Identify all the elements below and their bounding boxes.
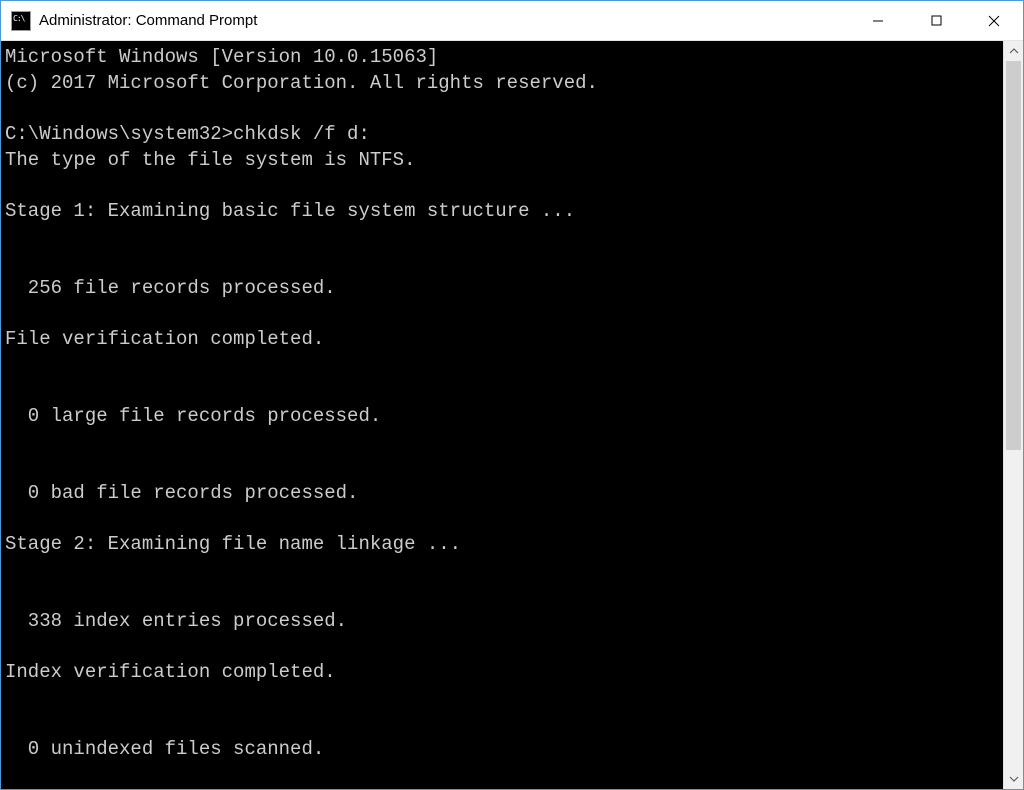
maximize-icon <box>931 15 942 26</box>
terminal-line: 0 bad file records processed. <box>5 481 1003 507</box>
terminal-output[interactable]: Microsoft Windows [Version 10.0.15063](c… <box>1 41 1003 789</box>
client-area: Microsoft Windows [Version 10.0.15063](c… <box>1 41 1023 789</box>
terminal-line: 0 large file records processed. <box>5 404 1003 430</box>
minimize-icon <box>872 15 884 27</box>
chevron-up-icon <box>1009 46 1019 56</box>
window-title: Administrator: Command Prompt <box>39 12 257 29</box>
close-icon <box>988 15 1000 27</box>
terminal-line: Index verification completed. <box>5 660 1003 686</box>
scrollbar-thumb[interactable] <box>1006 61 1021 450</box>
terminal-line <box>5 712 1003 738</box>
terminal-line <box>5 378 1003 404</box>
scrollbar-track[interactable] <box>1004 61 1023 769</box>
terminal-line <box>5 430 1003 456</box>
terminal-line <box>5 635 1003 661</box>
terminal-line <box>5 558 1003 584</box>
minimize-button[interactable] <box>849 1 907 41</box>
scroll-down-button[interactable] <box>1004 769 1023 789</box>
terminal-line <box>5 173 1003 199</box>
terminal-line <box>5 455 1003 481</box>
command-prompt-window: Administrator: Command Prompt Microsoft … <box>0 0 1024 790</box>
terminal-line <box>5 224 1003 250</box>
titlebar[interactable]: Administrator: Command Prompt <box>1 1 1023 41</box>
maximize-button[interactable] <box>907 1 965 41</box>
terminal-line <box>5 250 1003 276</box>
chevron-down-icon <box>1009 774 1019 784</box>
close-button[interactable] <box>965 1 1023 41</box>
vertical-scrollbar[interactable] <box>1003 41 1023 789</box>
terminal-line <box>5 686 1003 712</box>
terminal-line <box>5 96 1003 122</box>
terminal-line <box>5 507 1003 533</box>
terminal-line: Stage 1: Examining basic file system str… <box>5 199 1003 225</box>
scroll-up-button[interactable] <box>1004 41 1023 61</box>
terminal-line: File verification completed. <box>5 327 1003 353</box>
terminal-line <box>5 301 1003 327</box>
terminal-line: 0 unindexed files scanned. <box>5 737 1003 763</box>
terminal-line: Stage 2: Examining file name linkage ... <box>5 532 1003 558</box>
terminal-line: 256 file records processed. <box>5 276 1003 302</box>
terminal-line: (c) 2017 Microsoft Corporation. All righ… <box>5 71 1003 97</box>
terminal-line <box>5 583 1003 609</box>
terminal-line: 338 index entries processed. <box>5 609 1003 635</box>
terminal-line: The type of the file system is NTFS. <box>5 148 1003 174</box>
terminal-line: C:\Windows\system32>chkdsk /f d: <box>5 122 1003 148</box>
terminal-line: Microsoft Windows [Version 10.0.15063] <box>5 45 1003 71</box>
cmd-icon <box>11 11 31 31</box>
terminal-line <box>5 353 1003 379</box>
